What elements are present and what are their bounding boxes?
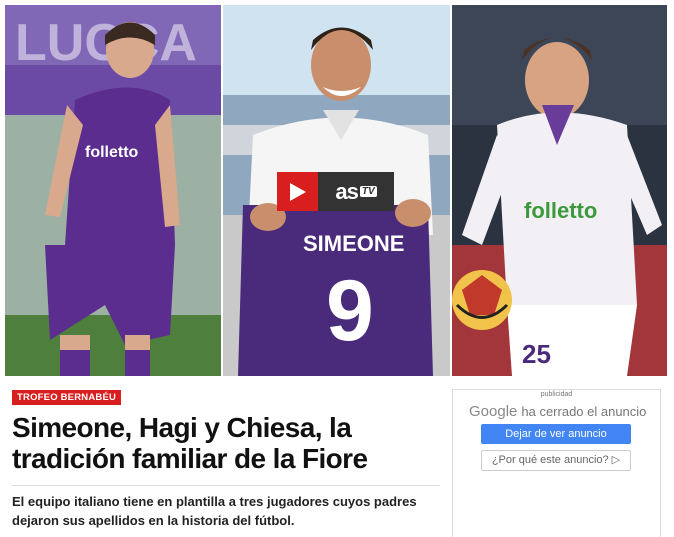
section-tag[interactable]: TROFEO BERNABÉU (12, 390, 122, 405)
as-tv-logo: as TV (318, 172, 394, 211)
play-icon[interactable] (277, 172, 318, 211)
photo-player-right: folletto 25 (452, 5, 667, 376)
divider (12, 485, 440, 486)
article-title[interactable]: Simeone, Hagi y Chiesa, la tradición fam… (12, 412, 442, 474)
why-this-ad-button[interactable]: ¿Por qué este anuncio? ▷ (481, 450, 631, 471)
jersey-sponsor-right: folletto (524, 198, 597, 223)
stop-seeing-ad-button[interactable]: Dejar de ver anuncio (481, 424, 631, 444)
ad-container: publicidad Google ha cerrado el anuncio D… (452, 389, 661, 537)
article-summary: El equipo italiano tiene en plantilla a … (12, 494, 417, 528)
ad-closed-text: ha cerrado el anuncio (521, 404, 647, 419)
jersey-number: 9 (326, 263, 374, 359)
google-logo: Google (469, 403, 518, 420)
ad-closed-message: Google ha cerrado el anuncio (469, 403, 646, 420)
jersey-sponsor-left: folletto (85, 144, 139, 161)
photo-player-left: LUCCA folletto (5, 5, 221, 376)
hero-image[interactable]: LUCCA folletto (5, 5, 667, 376)
video-play-badge[interactable]: as TV (277, 172, 394, 211)
jersey-name: SIMEONE (303, 231, 404, 256)
as-tv-suffix: TV (359, 186, 377, 197)
shorts-number: 25 (522, 339, 551, 369)
ad-label: publicidad (540, 391, 573, 398)
as-tv-brand: as (335, 178, 359, 204)
